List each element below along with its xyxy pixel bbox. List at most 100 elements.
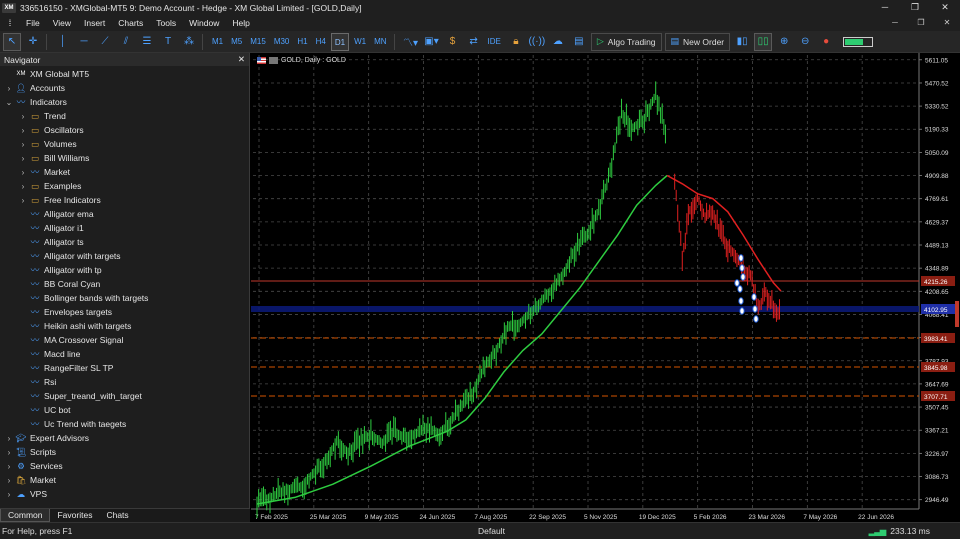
chart-area[interactable]: 7 Feb 2025 25 Mar 2025 9 May 2025 24 Jun 20… [251, 53, 960, 522]
profile-name[interactable]: Default [478, 526, 858, 536]
lock-icon[interactable]: 🔒︎ [507, 33, 525, 51]
crosshair-icon[interactable]: ✛ [24, 33, 42, 51]
navigator-item[interactable]: › ▭ Free Indicators [0, 193, 249, 207]
tab-chats[interactable]: Chats [99, 509, 135, 522]
zoom-out-icon[interactable]: ⊖ [796, 33, 814, 51]
price-chart[interactable]: 7 Feb 2025 25 Mar 2025 9 May 2025 24 Jun 20… [251, 53, 960, 522]
navigator-item[interactable]: 〰 Heikin ashi with targets [0, 319, 249, 333]
navigator-item[interactable]: 〰 Alligator with tp [0, 263, 249, 277]
expand-arrow-icon[interactable]: › [4, 476, 14, 485]
connection-status[interactable]: ▂▃▅ 233.13 ms [869, 526, 930, 537]
new-order-button[interactable]: ▤ New Order [664, 32, 731, 51]
restore-button[interactable]: ❐ [900, 0, 930, 15]
navigator-item[interactable]: › 〰 Market [0, 165, 249, 179]
navigator-item[interactable]: 〰 Bollinger bands with targets [0, 291, 249, 305]
timeframe-h1[interactable]: H1 [294, 33, 310, 51]
timeframe-d1[interactable]: D1 [330, 32, 350, 51]
vertical-line-icon[interactable]: │ [54, 33, 72, 51]
menu-insert[interactable]: Insert [84, 18, 105, 28]
expand-arrow-icon[interactable]: › [18, 182, 28, 191]
navigator-item[interactable]: › 🛍︎ Market [0, 473, 249, 487]
minimize-button[interactable]: ─ [870, 0, 900, 15]
navigator-item[interactable]: › 🎓︎ Expert Advisors [0, 431, 249, 445]
timeframe-m30[interactable]: M30 [271, 33, 293, 51]
expand-arrow-icon[interactable]: › [18, 196, 28, 205]
tab-common[interactable]: Common [0, 509, 51, 522]
expand-arrow-icon[interactable]: › [18, 112, 28, 121]
navigator-item[interactable]: › 👤︎ Accounts [0, 81, 249, 95]
navigator-item[interactable]: 〰 Alligator ema [0, 207, 249, 221]
expand-arrow-icon[interactable]: › [4, 434, 14, 443]
navigator-item[interactable]: 〰 UC bot [0, 403, 249, 417]
horizontal-line-icon[interactable]: ─ [75, 33, 93, 51]
expand-arrow-icon[interactable]: › [4, 462, 14, 471]
depth-icon[interactable]: ▮▯ [733, 33, 751, 51]
navigator-item[interactable]: 〰 BB Coral Cyan [0, 277, 249, 291]
expand-arrow-icon[interactable]: ⌄ [4, 98, 14, 107]
menu-file[interactable]: File [26, 18, 40, 28]
signal-icon[interactable]: ((·)) [528, 33, 546, 51]
menu-view[interactable]: View [53, 18, 71, 28]
navigator-item[interactable]: › ▭ Oscillators [0, 123, 249, 137]
template-icon[interactable]: ▣▾ [423, 33, 441, 51]
mdi-restore-button[interactable]: ❐ [908, 15, 934, 31]
navigator-item[interactable]: 〰 MA Crossover Signal [0, 333, 249, 347]
navigator-item[interactable]: › ▭ Examples [0, 179, 249, 193]
trend-line-icon[interactable]: ⟋ [96, 33, 114, 51]
channel-icon[interactable]: ⫽ [117, 33, 135, 51]
navigator-item[interactable]: › ▭ Trend [0, 109, 249, 123]
navigator-item[interactable]: 〰 Alligator ts [0, 235, 249, 249]
navigator-item[interactable]: › ⚙ Services [0, 459, 249, 473]
navigator-item[interactable]: 〰 Macd line [0, 347, 249, 361]
navigator-item[interactable]: 〰 Alligator i1 [0, 221, 249, 235]
timeframe-m15[interactable]: M15 [247, 33, 269, 51]
algo-trading-button[interactable]: ▷ Algo Trading [590, 32, 662, 51]
shapes-icon[interactable]: ⁂ [180, 33, 198, 51]
expand-arrow-icon[interactable]: › [4, 84, 14, 93]
navigator-item[interactable]: 〰 Alligator with targets [0, 249, 249, 263]
menu-help[interactable]: Help [232, 18, 249, 28]
navigator-item[interactable]: 〰 RangeFilter SL TP [0, 361, 249, 375]
navigator-item[interactable]: 〰 Super_treand_with_target [0, 389, 249, 403]
timeframe-m1[interactable]: M1 [209, 33, 226, 51]
navigator-item[interactable]: 〰 Rsi [0, 375, 249, 389]
navigator-item[interactable]: 〰 Uc Trend with taegets [0, 417, 249, 431]
expand-arrow-icon[interactable]: › [18, 140, 28, 149]
expand-arrow-icon[interactable]: › [18, 126, 28, 135]
tab-favorites[interactable]: Favorites [50, 509, 99, 522]
mdi-close-button[interactable]: ✕ [934, 15, 960, 31]
navigator-item[interactable]: ⌄ 〰 Indicators [0, 95, 249, 109]
strategy-tester-icon[interactable]: ⇄ [465, 33, 483, 51]
mdi-minimize-button[interactable]: ─ [882, 15, 908, 31]
ide-button[interactable]: IDE [485, 33, 504, 51]
cursor-icon[interactable]: ↖ [3, 32, 21, 51]
navigator-close-icon[interactable]: ✕ [238, 54, 245, 65]
menu-tools[interactable]: Tools [156, 18, 176, 28]
vps-toolbar-icon[interactable]: ▤ [570, 33, 588, 51]
dollar-icon[interactable]: $ [444, 33, 462, 51]
expand-arrow-icon[interactable]: › [4, 448, 14, 457]
expand-arrow-icon[interactable]: › [4, 490, 14, 499]
menu-window[interactable]: Window [189, 18, 219, 28]
fibonacci-icon[interactable]: ☰ [138, 33, 156, 51]
notifications-icon[interactable]: ● [817, 33, 835, 51]
timeframe-m5[interactable]: M5 [228, 33, 245, 51]
expand-arrow-icon[interactable]: › [18, 168, 28, 177]
one-click-icon[interactable]: ▯▯ [754, 32, 773, 51]
navigator-item[interactable]: › ☁ VPS [0, 487, 249, 501]
navigator-item[interactable]: › ▭ Bill Williams [0, 151, 249, 165]
expand-arrow-icon[interactable]: › [18, 154, 28, 163]
menu-charts[interactable]: Charts [118, 18, 143, 28]
navigator-item[interactable]: XM XM Global MT5 [0, 67, 249, 81]
timeframe-h4[interactable]: H4 [313, 33, 329, 51]
timeframe-w1[interactable]: W1 [351, 33, 369, 51]
cloud-icon[interactable]: ☁ [549, 33, 567, 51]
text-tool-icon[interactable]: T [159, 33, 177, 51]
chart-type-icon[interactable]: 〽▾ [402, 33, 420, 51]
navigator-item[interactable]: › ▭ Volumes [0, 137, 249, 151]
navigator-item[interactable]: › 📜︎ Scripts [0, 445, 249, 459]
zoom-in-icon[interactable]: ⊕ [775, 33, 793, 51]
timeframe-mn[interactable]: MN [371, 33, 389, 51]
chart-window-icon[interactable]: ⁞ [3, 17, 17, 29]
close-window-button[interactable]: ✕ [930, 0, 960, 15]
